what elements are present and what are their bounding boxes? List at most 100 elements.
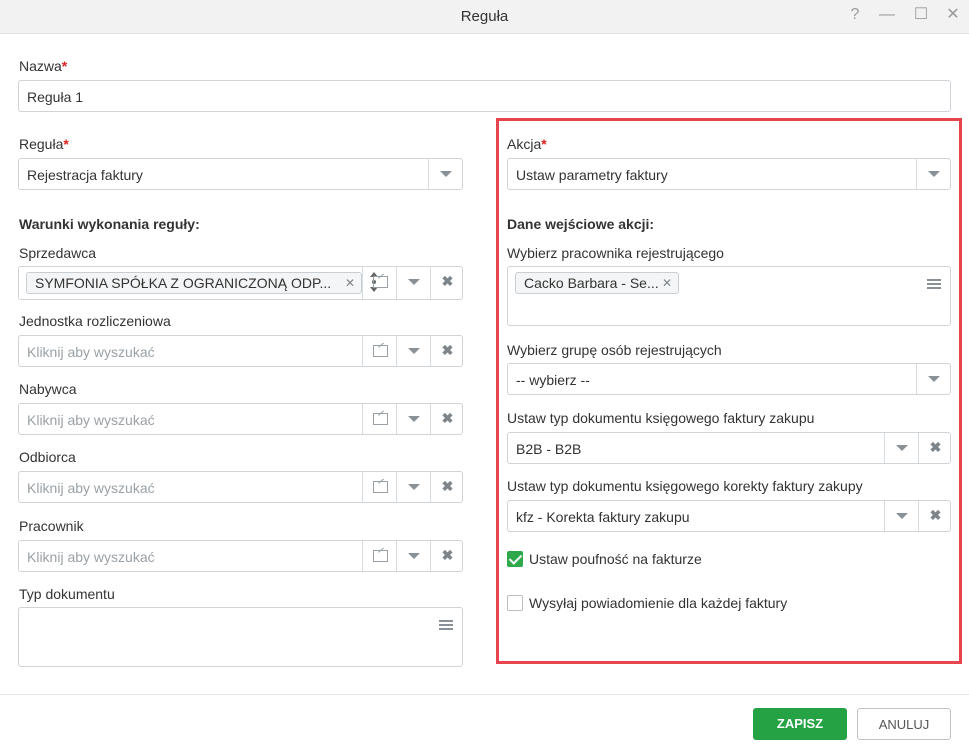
chevron-down-icon: [928, 376, 940, 382]
recipient-placeholder: Kliknij aby wyszukać: [27, 480, 155, 496]
employee-label: Pracownik: [19, 518, 84, 534]
invoice-doc-type-clear-button[interactable]: ✖: [918, 433, 952, 463]
registering-employee-field[interactable]: Cacko Barbara - Se... ✕: [507, 266, 951, 326]
doc-type-label: Typ dokumentu: [19, 586, 115, 602]
seller-dropdown-button[interactable]: [396, 267, 430, 299]
action-select[interactable]: Ustaw parametry faktury: [507, 158, 951, 190]
expand-icon: [373, 550, 388, 562]
maximize-icon[interactable]: ☐: [910, 4, 932, 26]
required-mark: *: [61, 58, 68, 74]
employee-clear-button[interactable]: ✖: [430, 541, 464, 571]
accounting-unit-label: Jednostka rozliczeniowa: [19, 313, 171, 329]
correction-doc-type-clear-button[interactable]: ✖: [918, 501, 952, 531]
buyer-clear-button[interactable]: ✖: [430, 404, 464, 434]
invoice-doc-type-select[interactable]: B2B - B2B ✖: [507, 432, 951, 464]
registering-employee-label: Wybierz pracownika rejestrującego: [507, 245, 724, 261]
close-icon[interactable]: ✕: [942, 4, 964, 26]
correction-doc-type-dropdown[interactable]: [884, 501, 918, 531]
seller-clear-button[interactable]: ✖: [430, 267, 464, 299]
rule-label: Reguła*: [19, 136, 69, 152]
title-bar: Reguła ? — ☐ ✕: [0, 0, 969, 34]
employee-dropdown-button[interactable]: [396, 541, 430, 571]
conditions-heading: Warunki wykonania reguły:: [19, 216, 200, 232]
notify-checkbox[interactable]: [507, 595, 523, 611]
help-icon[interactable]: ?: [844, 4, 866, 26]
seller-tag-label: SYMFONIA SPÓŁKA Z OGRANICZONĄ ODP...: [35, 275, 332, 291]
required-mark: *: [63, 136, 69, 152]
clear-icon: ✖: [929, 439, 942, 455]
recipient-dropdown-button[interactable]: [396, 472, 430, 502]
action-inputs-heading: Dane wejściowe akcji:: [507, 216, 655, 232]
buyer-dropdown-button[interactable]: [396, 404, 430, 434]
action-label: Akcja*: [507, 136, 547, 152]
employee-field[interactable]: Kliknij aby wyszukać ✖: [18, 540, 463, 572]
seller-label: Sprzedawca: [19, 245, 97, 261]
invoice-doc-type-label: Ustaw typ dokumentu księgowego faktury z…: [507, 410, 815, 426]
clear-icon: ✖: [929, 507, 942, 523]
registering-group-select[interactable]: -- wybierz --: [507, 363, 951, 395]
window-title: Reguła: [460, 8, 509, 25]
doc-type-field[interactable]: [18, 607, 463, 667]
list-icon[interactable]: [927, 279, 941, 290]
name-input-value: Reguła 1: [27, 89, 84, 105]
employee-placeholder: Kliknij aby wyszukać: [27, 549, 155, 565]
chevron-down-icon: [896, 445, 908, 451]
clear-icon: ✖: [441, 547, 454, 563]
clear-icon: ✖: [441, 478, 454, 494]
notify-label: Wysyłaj powiadomienie dla każdej faktury: [529, 595, 788, 611]
confidential-checkbox[interactable]: [507, 551, 523, 567]
chevron-down-icon: [408, 416, 420, 422]
buyer-field[interactable]: Kliknij aby wyszukać ✖: [18, 403, 463, 435]
registering-group-dropdown[interactable]: [916, 364, 950, 394]
expand-icon: [373, 276, 388, 288]
minimize-icon[interactable]: —: [876, 4, 898, 26]
rule-select-value: Rejestracja faktury: [27, 167, 143, 183]
buyer-label: Nabywca: [19, 381, 77, 397]
correction-doc-type-select[interactable]: kfz - Korekta faktury zakupu ✖: [507, 500, 951, 532]
accounting-unit-expand-button[interactable]: [362, 336, 396, 366]
clear-icon: ✖: [441, 410, 454, 426]
registering-group-label: Wybierz grupę osób rejestrujących: [507, 342, 722, 358]
clear-icon: ✖: [441, 342, 454, 358]
name-input[interactable]: Reguła 1: [18, 80, 951, 112]
chevron-down-icon: [928, 171, 940, 177]
remove-tag-icon[interactable]: ✕: [662, 273, 672, 293]
accounting-unit-dropdown-button[interactable]: [396, 336, 430, 366]
registering-employee-tag[interactable]: Cacko Barbara - Se... ✕: [515, 272, 679, 294]
recipient-field[interactable]: Kliknij aby wyszukać ✖: [18, 471, 463, 503]
seller-tag[interactable]: SYMFONIA SPÓŁKA Z OGRANICZONĄ ODP... ✕: [26, 272, 362, 294]
seller-expand-button[interactable]: [362, 267, 396, 299]
remove-tag-icon[interactable]: ✕: [345, 273, 355, 293]
accounting-unit-field[interactable]: Kliknij aby wyszukać ✖: [18, 335, 463, 367]
accounting-unit-placeholder: Kliknij aby wyszukać: [27, 344, 155, 360]
invoice-doc-type-value: B2B - B2B: [516, 441, 582, 457]
recipient-clear-button[interactable]: ✖: [430, 472, 464, 502]
cancel-button[interactable]: ANULUJ: [857, 708, 951, 740]
chevron-down-icon: [408, 484, 420, 490]
chevron-down-icon: [408, 348, 420, 354]
registering-employee-tag-label: Cacko Barbara - Se...: [524, 275, 659, 291]
chevron-down-icon: [408, 553, 420, 559]
rule-select[interactable]: Rejestracja faktury: [18, 158, 463, 190]
save-button[interactable]: ZAPISZ: [753, 708, 847, 740]
recipient-expand-button[interactable]: [362, 472, 396, 502]
rule-select-dropdown[interactable]: [428, 159, 462, 189]
expand-icon: [373, 481, 388, 493]
confidential-label: Ustaw poufność na fakturze: [529, 551, 702, 567]
accounting-unit-clear-button[interactable]: ✖: [430, 336, 464, 366]
chevron-down-icon: [440, 171, 452, 177]
buyer-placeholder: Kliknij aby wyszukać: [27, 412, 155, 428]
recipient-label: Odbiorca: [19, 449, 76, 465]
correction-doc-type-value: kfz - Korekta faktury zakupu: [516, 509, 690, 525]
chevron-down-icon: [408, 279, 420, 285]
action-select-value: Ustaw parametry faktury: [516, 167, 668, 183]
action-select-dropdown[interactable]: [916, 159, 950, 189]
clear-icon: ✖: [441, 273, 454, 289]
expand-icon: [373, 345, 388, 357]
seller-field[interactable]: SYMFONIA SPÓŁKA Z OGRANICZONĄ ODP... ✕ ✖: [18, 266, 463, 300]
employee-expand-button[interactable]: [362, 541, 396, 571]
list-icon[interactable]: [439, 620, 453, 631]
buyer-expand-button[interactable]: [362, 404, 396, 434]
invoice-doc-type-dropdown[interactable]: [884, 433, 918, 463]
registering-group-value: -- wybierz --: [516, 372, 590, 388]
